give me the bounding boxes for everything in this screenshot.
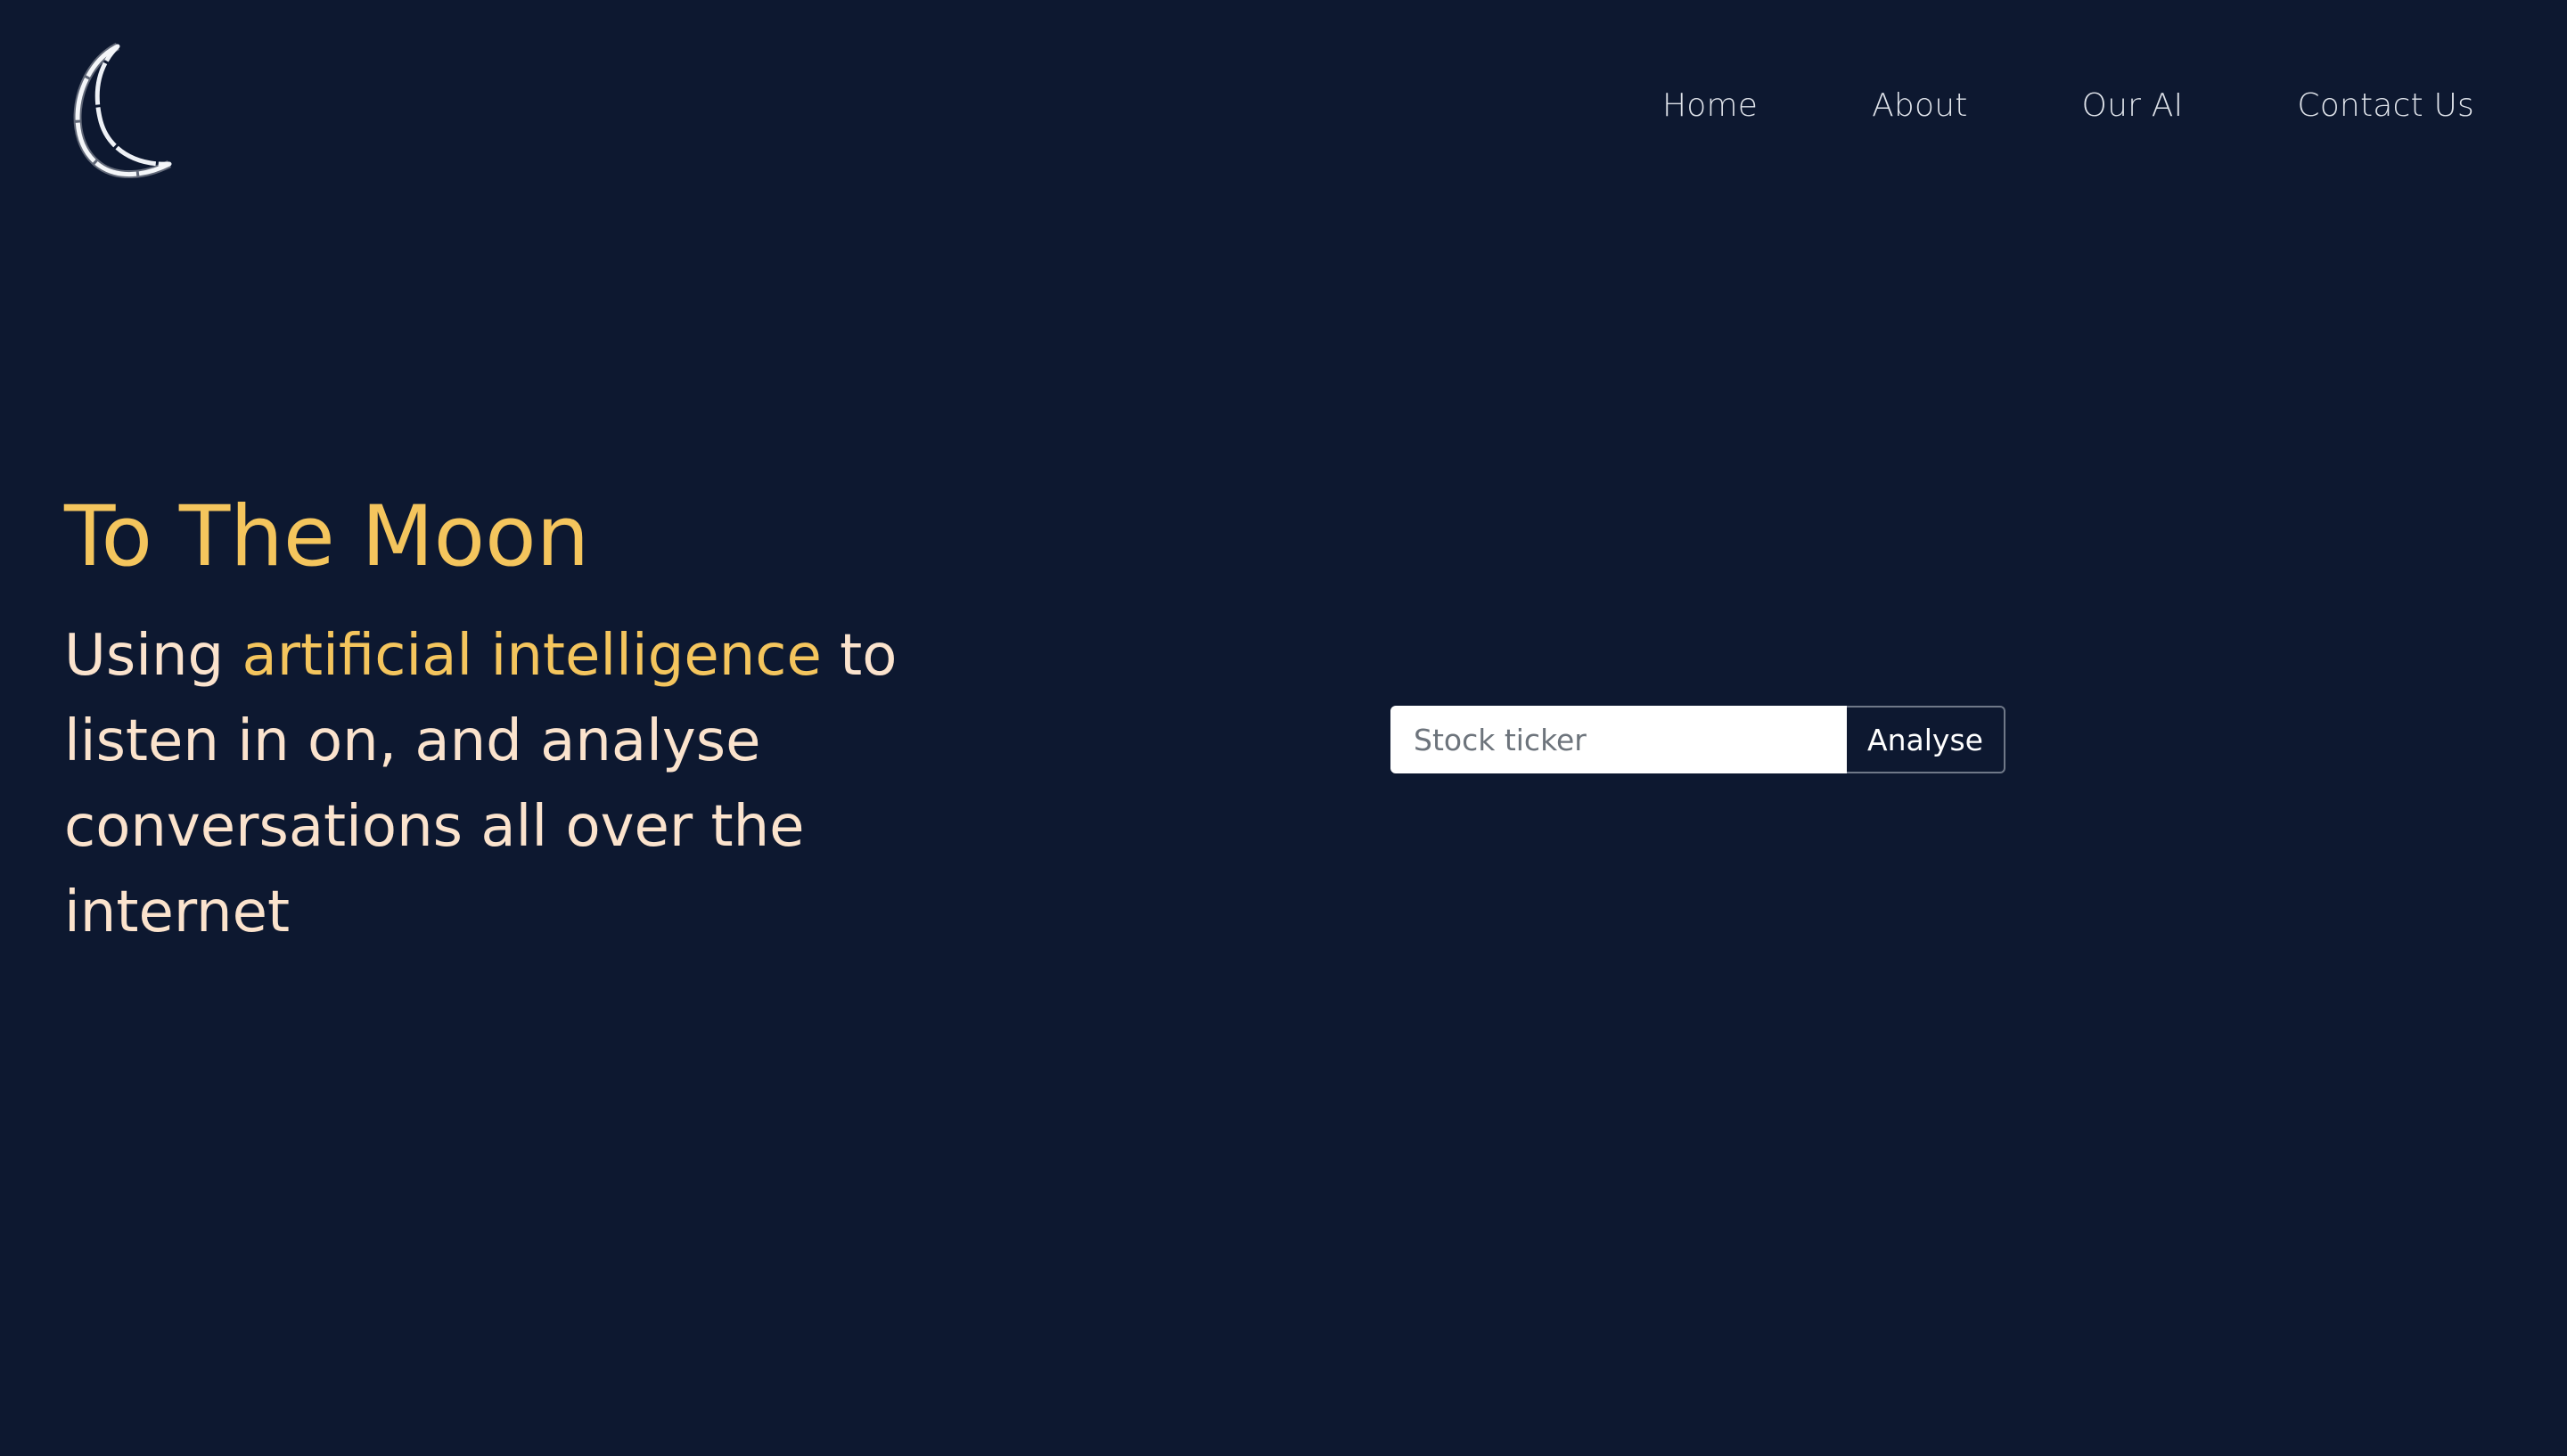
stock-ticker-input[interactable] xyxy=(1390,706,1847,773)
analyse-button[interactable]: Analyse xyxy=(1847,706,2005,773)
hero-subtitle-prefix: Using xyxy=(64,623,242,689)
main-nav: Home About Our AI Contact Us xyxy=(1662,87,2474,124)
hero-subtitle: Using artificial intelligence to listen … xyxy=(64,613,920,955)
nav-our-ai[interactable]: Our AI xyxy=(2082,87,2184,124)
moon-logo-icon[interactable] xyxy=(55,41,180,184)
hero-title: To The Moon xyxy=(64,488,590,585)
page: Home About Our AI Contact Us To The Moon… xyxy=(0,0,2567,1456)
hero-section: To The Moon Using artificial intelligenc… xyxy=(64,481,955,955)
nav-contact-us[interactable]: Contact Us xyxy=(2297,87,2474,124)
hero-subtitle-highlight: artificial intelligence xyxy=(242,623,822,689)
nav-about[interactable]: About xyxy=(1872,87,1967,124)
ticker-search-form: Analyse xyxy=(1390,706,2005,773)
nav-home[interactable]: Home xyxy=(1662,87,1758,124)
crescent-moon-icon xyxy=(73,42,172,178)
